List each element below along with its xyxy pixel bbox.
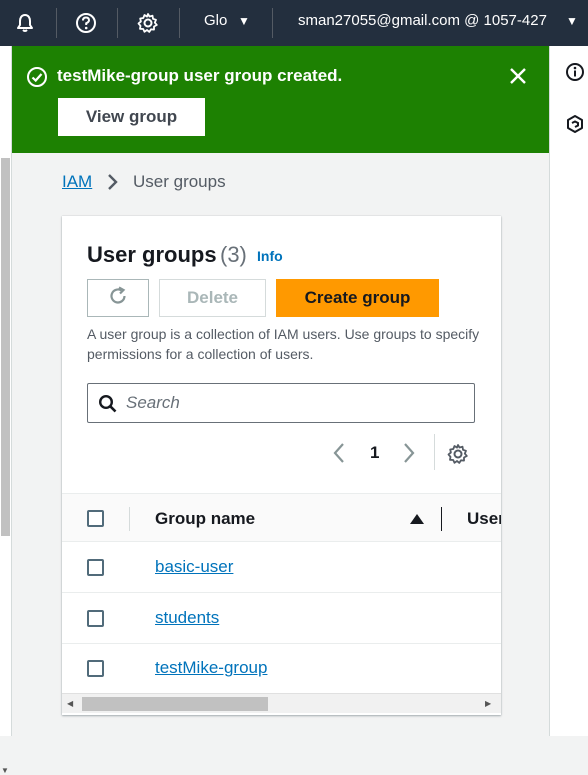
table-horizontal-scrollbar[interactable]: ◀ ▶: [62, 693, 501, 713]
chevron-right-icon[interactable]: [402, 442, 416, 469]
chevron-left-icon[interactable]: [332, 442, 346, 469]
caret-down-icon[interactable]: ▼: [238, 14, 250, 28]
scroll-left-arrow-icon[interactable]: ◀: [67, 699, 73, 708]
group-link[interactable]: testMike-group: [155, 658, 267, 678]
search-input[interactable]: [126, 392, 456, 414]
column-header-group-name[interactable]: Group name: [155, 509, 255, 529]
top-nav-bar: Glo ▼ sman27055@gmail.com @ 1057-427 ▼: [0, 0, 588, 46]
description-text: A user group is a collection of IAM user…: [87, 326, 480, 362]
divider: [117, 8, 118, 38]
check-circle-icon: [26, 66, 48, 93]
tools-panel: [549, 46, 588, 736]
scroll-down-arrow-icon[interactable]: ▼: [1, 766, 9, 775]
refresh-button[interactable]: [87, 279, 149, 317]
scrollbar-thumb[interactable]: [1, 158, 10, 536]
left-scrollbar[interactable]: ▼: [0, 46, 12, 775]
flash-message: testMike-group user group created.: [57, 66, 343, 85]
table-row: students: [62, 593, 501, 644]
group-link[interactable]: students: [155, 608, 219, 628]
select-all-checkbox[interactable]: [87, 510, 104, 527]
user-groups-card: User groups (3) Info Delete Create group…: [62, 216, 501, 715]
account-menu[interactable]: sman27055@gmail.com @ 1057-427: [298, 12, 547, 29]
row-checkbox[interactable]: [87, 660, 104, 677]
group-count: (3): [220, 242, 247, 267]
column-resizer[interactable]: [441, 507, 442, 531]
scrollbar-thumb[interactable]: [82, 697, 268, 711]
page-number[interactable]: 1: [370, 443, 379, 463]
delete-button[interactable]: Delete: [159, 279, 266, 317]
row-checkbox[interactable]: [87, 559, 104, 576]
caret-down-icon[interactable]: ▼: [566, 14, 578, 28]
sort-ascending-icon[interactable]: [410, 514, 424, 524]
scroll-right-arrow-icon[interactable]: ▶: [485, 699, 491, 708]
create-group-button[interactable]: Create group: [276, 279, 439, 317]
search-icon: [98, 394, 118, 419]
search-box[interactable]: [87, 383, 475, 423]
divider: [272, 8, 273, 38]
chevron-right-icon: [106, 173, 120, 196]
info-link[interactable]: Info: [257, 248, 283, 264]
divider: [179, 8, 180, 38]
table-row: testMike-group: [62, 644, 501, 695]
bell-icon[interactable]: [11, 9, 39, 37]
gear-icon[interactable]: [134, 9, 162, 37]
column-header-users[interactable]: User: [467, 509, 501, 529]
table-row: basic-user: [62, 542, 501, 593]
page-title: User groups: [87, 242, 217, 267]
breadcrumb-link-iam[interactable]: IAM: [62, 172, 92, 192]
hexagon-icon[interactable]: [564, 113, 586, 135]
table-header: Group name User: [62, 493, 501, 542]
help-icon[interactable]: [72, 9, 100, 37]
region-selector[interactable]: Glo: [204, 12, 227, 29]
success-flash-banner: testMike-group user group created. View …: [12, 46, 549, 153]
row-checkbox[interactable]: [87, 610, 104, 627]
view-group-button[interactable]: View group: [58, 98, 205, 136]
group-link[interactable]: basic-user: [155, 557, 233, 577]
gear-icon[interactable]: [447, 443, 469, 470]
divider: [434, 434, 435, 470]
divider: [56, 8, 57, 38]
info-icon[interactable]: [564, 61, 586, 83]
breadcrumb-current: User groups: [133, 172, 226, 191]
refresh-icon: [107, 285, 129, 312]
close-icon[interactable]: [508, 66, 528, 86]
column-divider: [129, 507, 130, 531]
